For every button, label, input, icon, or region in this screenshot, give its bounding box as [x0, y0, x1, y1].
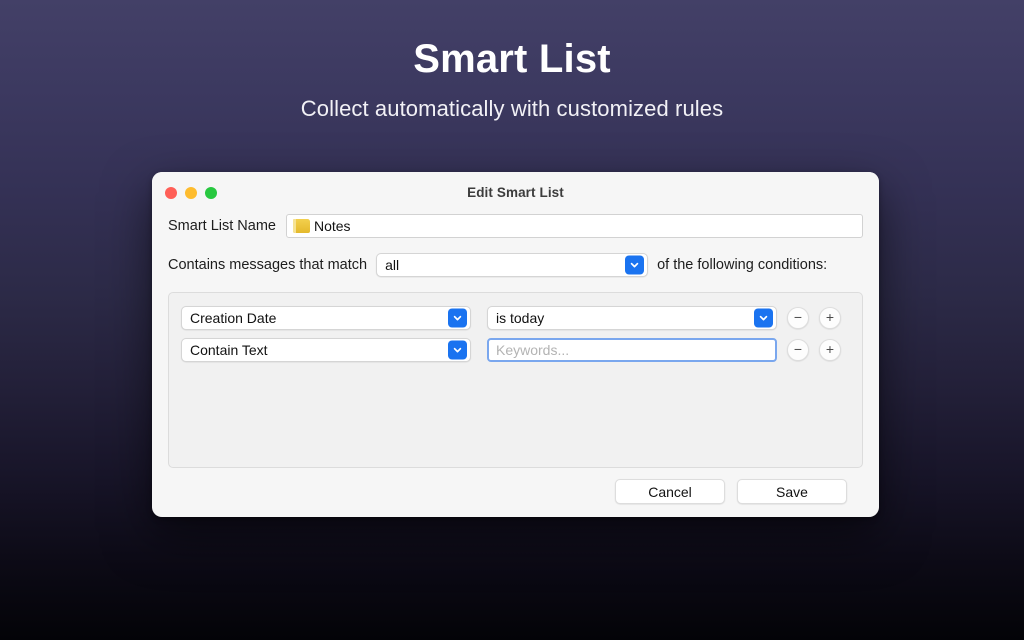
chevron-down-icon[interactable]: [625, 256, 644, 275]
condition-field-select-1[interactable]: Contain Text: [181, 338, 471, 362]
window-titlebar: Edit Smart List: [152, 172, 879, 213]
plus-icon: +: [826, 342, 834, 356]
folder-icon: [293, 219, 310, 233]
condition-operator-value-0: is today: [496, 310, 544, 326]
window-body: Smart List Name Notes Contains messages …: [152, 213, 879, 504]
close-button[interactable]: [165, 187, 177, 199]
save-button[interactable]: Save: [737, 479, 847, 504]
cancel-button[interactable]: Cancel: [615, 479, 725, 504]
condition-operator-select-0[interactable]: is today: [487, 306, 777, 330]
hero-section: Smart List Collect automatically with cu…: [0, 0, 1024, 122]
dialog-footer: Cancel Save: [168, 468, 863, 504]
match-rule-row: Contains messages that match all of the …: [168, 252, 863, 278]
condition-row: Contain Text Keywords... − +: [181, 338, 850, 362]
match-type-value: all: [385, 257, 399, 273]
page-title: Smart List: [0, 36, 1024, 82]
match-rule-suffix: of the following conditions:: [657, 257, 827, 273]
smart-list-name-label: Smart List Name: [168, 218, 276, 234]
remove-condition-button-1[interactable]: −: [787, 339, 809, 361]
condition-row: Creation Date is today: [181, 306, 850, 330]
add-condition-button-0[interactable]: +: [819, 307, 841, 329]
plus-icon: +: [826, 310, 834, 324]
window-title: Edit Smart List: [152, 185, 879, 200]
smart-list-name-row: Smart List Name Notes: [168, 213, 863, 239]
match-type-select[interactable]: all: [376, 253, 648, 277]
minus-icon: −: [794, 310, 802, 324]
page-subtitle: Collect automatically with customized ru…: [0, 96, 1024, 122]
condition-field-value-1: Contain Text: [190, 342, 268, 358]
keywords-input[interactable]: Keywords...: [487, 338, 777, 362]
add-condition-button-1[interactable]: +: [819, 339, 841, 361]
smart-list-name-input[interactable]: Notes: [286, 214, 863, 238]
remove-condition-button-0[interactable]: −: [787, 307, 809, 329]
chevron-down-icon[interactable]: [448, 341, 467, 360]
minus-icon: −: [794, 342, 802, 356]
match-rule-label: Contains messages that match: [168, 257, 367, 273]
minimize-button[interactable]: [185, 187, 197, 199]
traffic-light-controls: [165, 187, 217, 199]
zoom-button[interactable]: [205, 187, 217, 199]
keywords-placeholder: Keywords...: [496, 342, 569, 358]
condition-field-select-0[interactable]: Creation Date: [181, 306, 471, 330]
conditions-panel: Creation Date is today: [168, 292, 863, 468]
smart-list-name-value: Notes: [314, 218, 351, 234]
chevron-down-icon[interactable]: [448, 309, 467, 328]
edit-smart-list-window: Edit Smart List Smart List Name Notes Co…: [152, 172, 879, 517]
chevron-down-icon[interactable]: [754, 309, 773, 328]
condition-field-value-0: Creation Date: [190, 310, 276, 326]
